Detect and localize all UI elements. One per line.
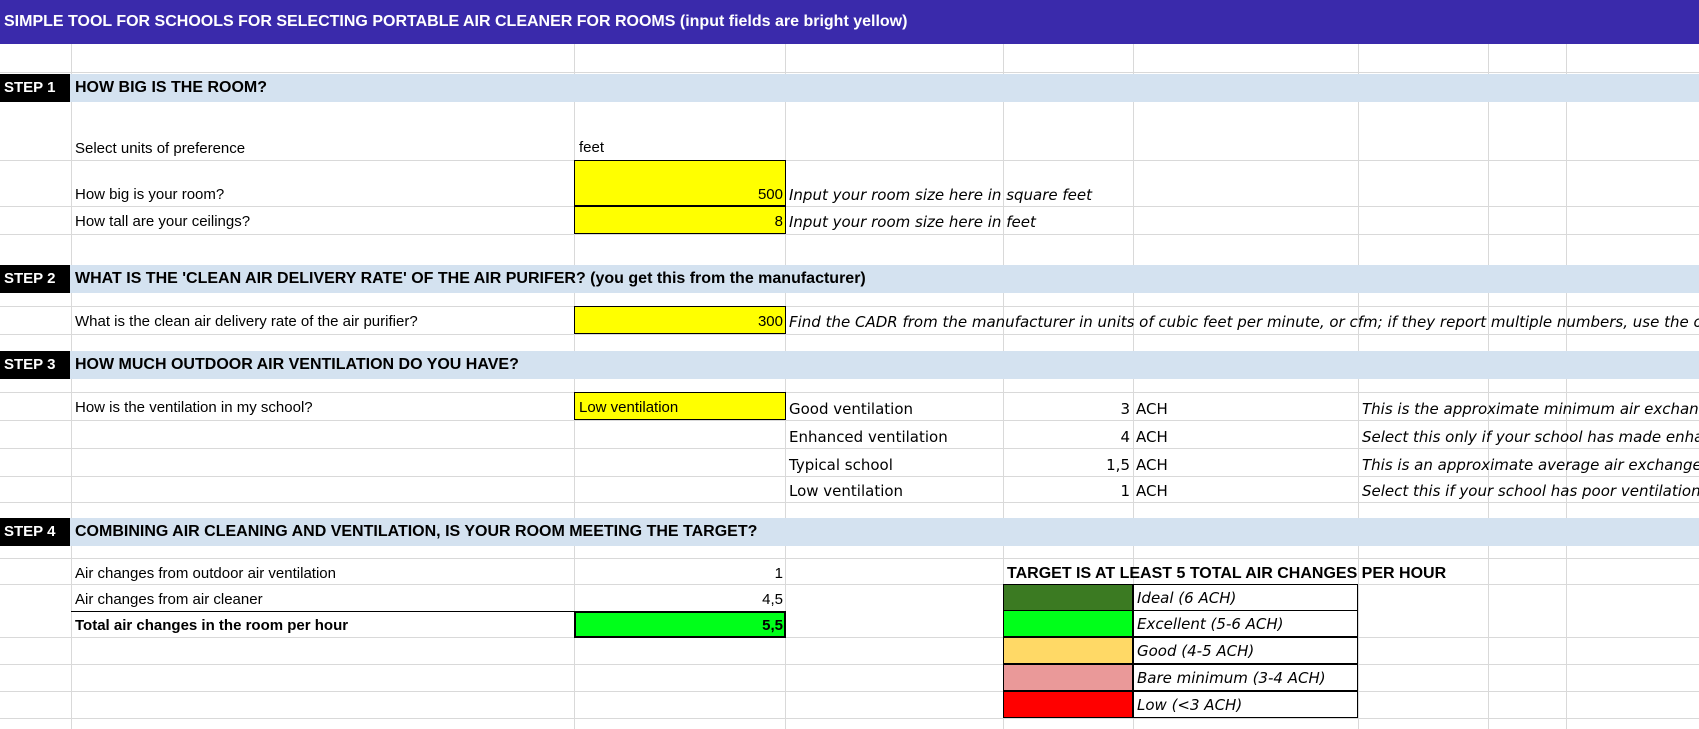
option-ach: 1,5 (1106, 456, 1130, 474)
step4-tag: STEP 4 (0, 518, 70, 546)
step1-tag: STEP 1 (0, 74, 70, 102)
legend-label: Ideal (6 ACH) (1133, 584, 1358, 611)
grid-line (1566, 44, 1567, 729)
option-unit: ACH (1136, 482, 1168, 500)
option-unit: ACH (1136, 428, 1168, 446)
grid-line (1488, 44, 1489, 729)
grid-line (0, 558, 1699, 559)
units-select[interactable]: feet (579, 135, 604, 161)
ceiling-hint: Input your room size here in feet (789, 213, 1036, 231)
option-note: This is the approximate minimum air exch… (1362, 400, 1699, 418)
option-ach: 1 (1120, 482, 1130, 500)
outdoor-value: 1 (774, 565, 783, 582)
room-size-input[interactable]: 500 (574, 182, 786, 208)
units-label: Select units of preference (75, 140, 246, 157)
legend-swatch (1003, 610, 1133, 637)
grid-line (0, 691, 1699, 692)
grid-line (0, 306, 1699, 307)
room-size-label: How big is your room? (75, 186, 225, 203)
step3-tag: STEP 3 (0, 351, 70, 379)
option-note: Select this only if your school has made… (1362, 428, 1699, 446)
spreadsheet: SIMPLE TOOL FOR SCHOOLS FOR SELECTING PO… (0, 0, 1699, 729)
option-ach: 3 (1120, 400, 1130, 418)
legend-swatch (1003, 584, 1133, 611)
option-note: Select this if your school has poor vent… (1362, 482, 1699, 500)
room-size-hint: Input your room size here in square feet (789, 186, 1093, 204)
ventilation-select[interactable]: Low ventilation (579, 395, 678, 421)
option-note: This is an approximate average air excha… (1362, 456, 1699, 474)
option-ach: 4 (1120, 428, 1130, 446)
total-value: 5,5 (762, 617, 783, 634)
cleaner-value: 4,5 (762, 591, 783, 608)
grid-line (1358, 44, 1359, 729)
legend-label: Excellent (5-6 ACH) (1133, 610, 1358, 637)
grid-line (0, 72, 1699, 73)
outdoor-label: Air changes from outdoor air ventilation (75, 565, 336, 582)
total-label: Total air changes in the room per hour (75, 617, 349, 634)
ceiling-input[interactable]: 8 (574, 209, 786, 235)
grid-line (0, 392, 1699, 393)
legend-swatch (1003, 691, 1133, 718)
cadr-hint: Find the CADR from the manufacturer in u… (789, 313, 1699, 331)
option-name: Enhanced ventilation (789, 428, 948, 446)
grid-line (0, 160, 1699, 161)
step2-heading: WHAT IS THE 'CLEAN AIR DELIVERY RATE' OF… (75, 270, 866, 287)
option-name: Typical school (789, 456, 893, 474)
option-unit: ACH (1136, 400, 1168, 418)
grid-line (71, 44, 72, 729)
step2-tag: STEP 2 (0, 265, 70, 293)
sheet-title: SIMPLE TOOL FOR SCHOOLS FOR SELECTING PO… (0, 0, 1699, 44)
option-name: Good ventilation (789, 400, 914, 418)
legend-label: Low (<3 ACH) (1133, 691, 1358, 718)
ventilation-label: How is the ventilation in my school? (75, 399, 313, 416)
step3-heading: HOW MUCH OUTDOOR AIR VENTILATION DO YOU … (75, 356, 519, 373)
step1-heading: HOW BIG IS THE ROOM? (75, 79, 267, 96)
cadr-label: What is the clean air delivery rate of t… (75, 313, 418, 330)
ceiling-label: How tall are your ceilings? (75, 213, 251, 230)
grid-line (0, 664, 1699, 665)
legend-swatch (1003, 664, 1133, 691)
legend-label: Bare minimum (3-4 ACH) (1133, 664, 1358, 691)
grid-line (0, 718, 1699, 719)
legend-swatch (1003, 637, 1133, 664)
option-name: Low ventilation (789, 482, 904, 500)
cleaner-label: Air changes from air cleaner (75, 591, 263, 608)
legend-label: Good (4-5 ACH) (1133, 637, 1358, 664)
cadr-input[interactable]: 300 (574, 309, 786, 335)
step4-heading: COMBINING AIR CLEANING AND VENTILATION, … (75, 523, 758, 540)
option-unit: ACH (1136, 456, 1168, 474)
